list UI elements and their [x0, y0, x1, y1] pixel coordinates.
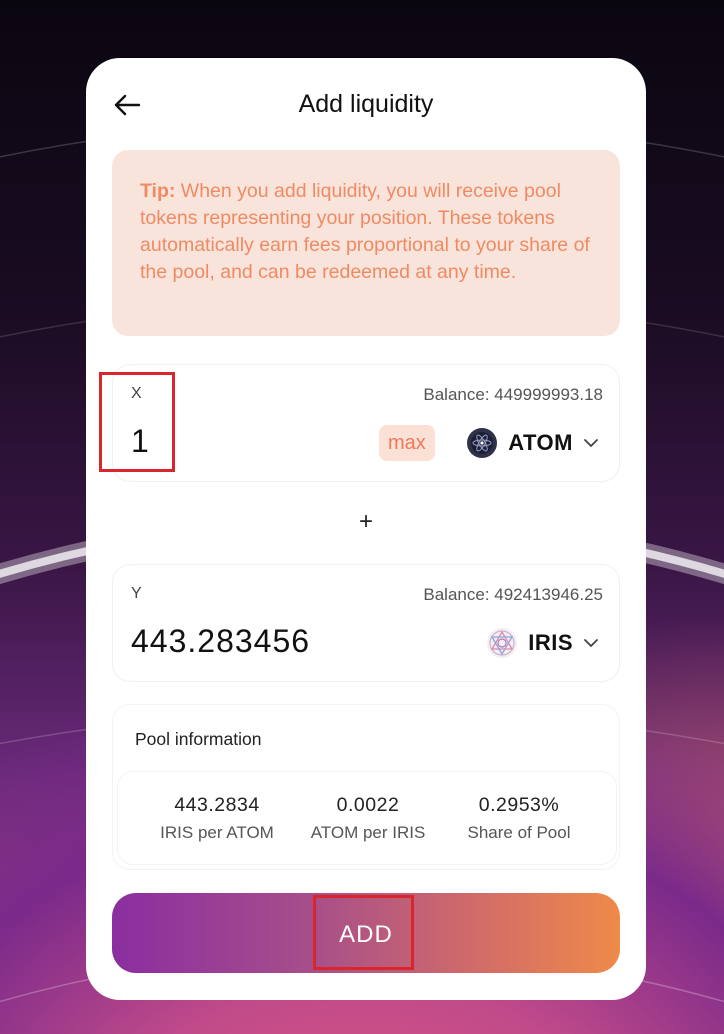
- atom-token-icon: [467, 428, 498, 458]
- chevron-down-icon: [584, 439, 598, 447]
- token-y-amount-input[interactable]: [131, 623, 391, 660]
- add-button-label: ADD: [339, 921, 393, 948]
- token-x-input-box: X Balance: 449999993.18 max ATOM: [112, 364, 620, 482]
- iris-token-icon: [487, 628, 518, 658]
- pool-stat: 0.0022 ATOM per IRIS: [293, 794, 443, 843]
- pool-stat-value: 0.2953%: [478, 794, 560, 816]
- chevron-down-icon: [584, 639, 598, 647]
- tip-box: Tip: When you add liquidity, you will re…: [112, 150, 620, 336]
- pool-stats: 443.2834 IRIS per ATOM 0.0022 ATOM per I…: [117, 771, 617, 865]
- token-y-selector[interactable]: IRIS: [486, 623, 599, 663]
- token-y-balance: Balance: 492413946.25: [423, 585, 603, 604]
- pool-information-box: Pool information 443.2834 IRIS per ATOM …: [112, 704, 620, 870]
- pool-stat-label: IRIS per ATOM: [160, 823, 274, 842]
- tip-label: Tip:: [140, 180, 176, 202]
- tip-text: When you add liquidity, you will receive…: [140, 180, 590, 283]
- token-x-label: X: [131, 385, 142, 402]
- token-y-label: Y: [131, 585, 142, 602]
- pool-stat: 443.2834 IRIS per ATOM: [142, 794, 292, 843]
- token-y-input-box: Y Balance: 492413946.25 IRIS: [112, 564, 620, 682]
- token-x-symbol: ATOM: [508, 430, 573, 455]
- token-x-selector[interactable]: ATOM: [466, 423, 599, 463]
- pool-stat-label: Share of Pool: [467, 823, 571, 842]
- token-x-balance: Balance: 449999993.18: [423, 385, 603, 404]
- pool-stat-label: ATOM per IRIS: [310, 823, 426, 842]
- pool-information-title: Pool information: [135, 729, 262, 749]
- pool-stat-value: 0.0022: [336, 794, 400, 816]
- add-button[interactable]: ADD: [112, 893, 620, 973]
- page-title: Add liquidity: [298, 90, 434, 118]
- token-y-symbol: IRIS: [528, 630, 573, 655]
- pool-stat: 0.2953% Share of Pool: [444, 794, 594, 843]
- max-button[interactable]: max: [379, 425, 435, 461]
- plus-sign: +: [358, 508, 373, 535]
- pool-stat-value: 443.2834: [174, 794, 260, 816]
- header: Add liquidity: [86, 58, 646, 154]
- token-x-amount-input[interactable]: [131, 423, 391, 460]
- add-liquidity-card: Add liquidity Tip: When you add liquidit…: [86, 58, 646, 1000]
